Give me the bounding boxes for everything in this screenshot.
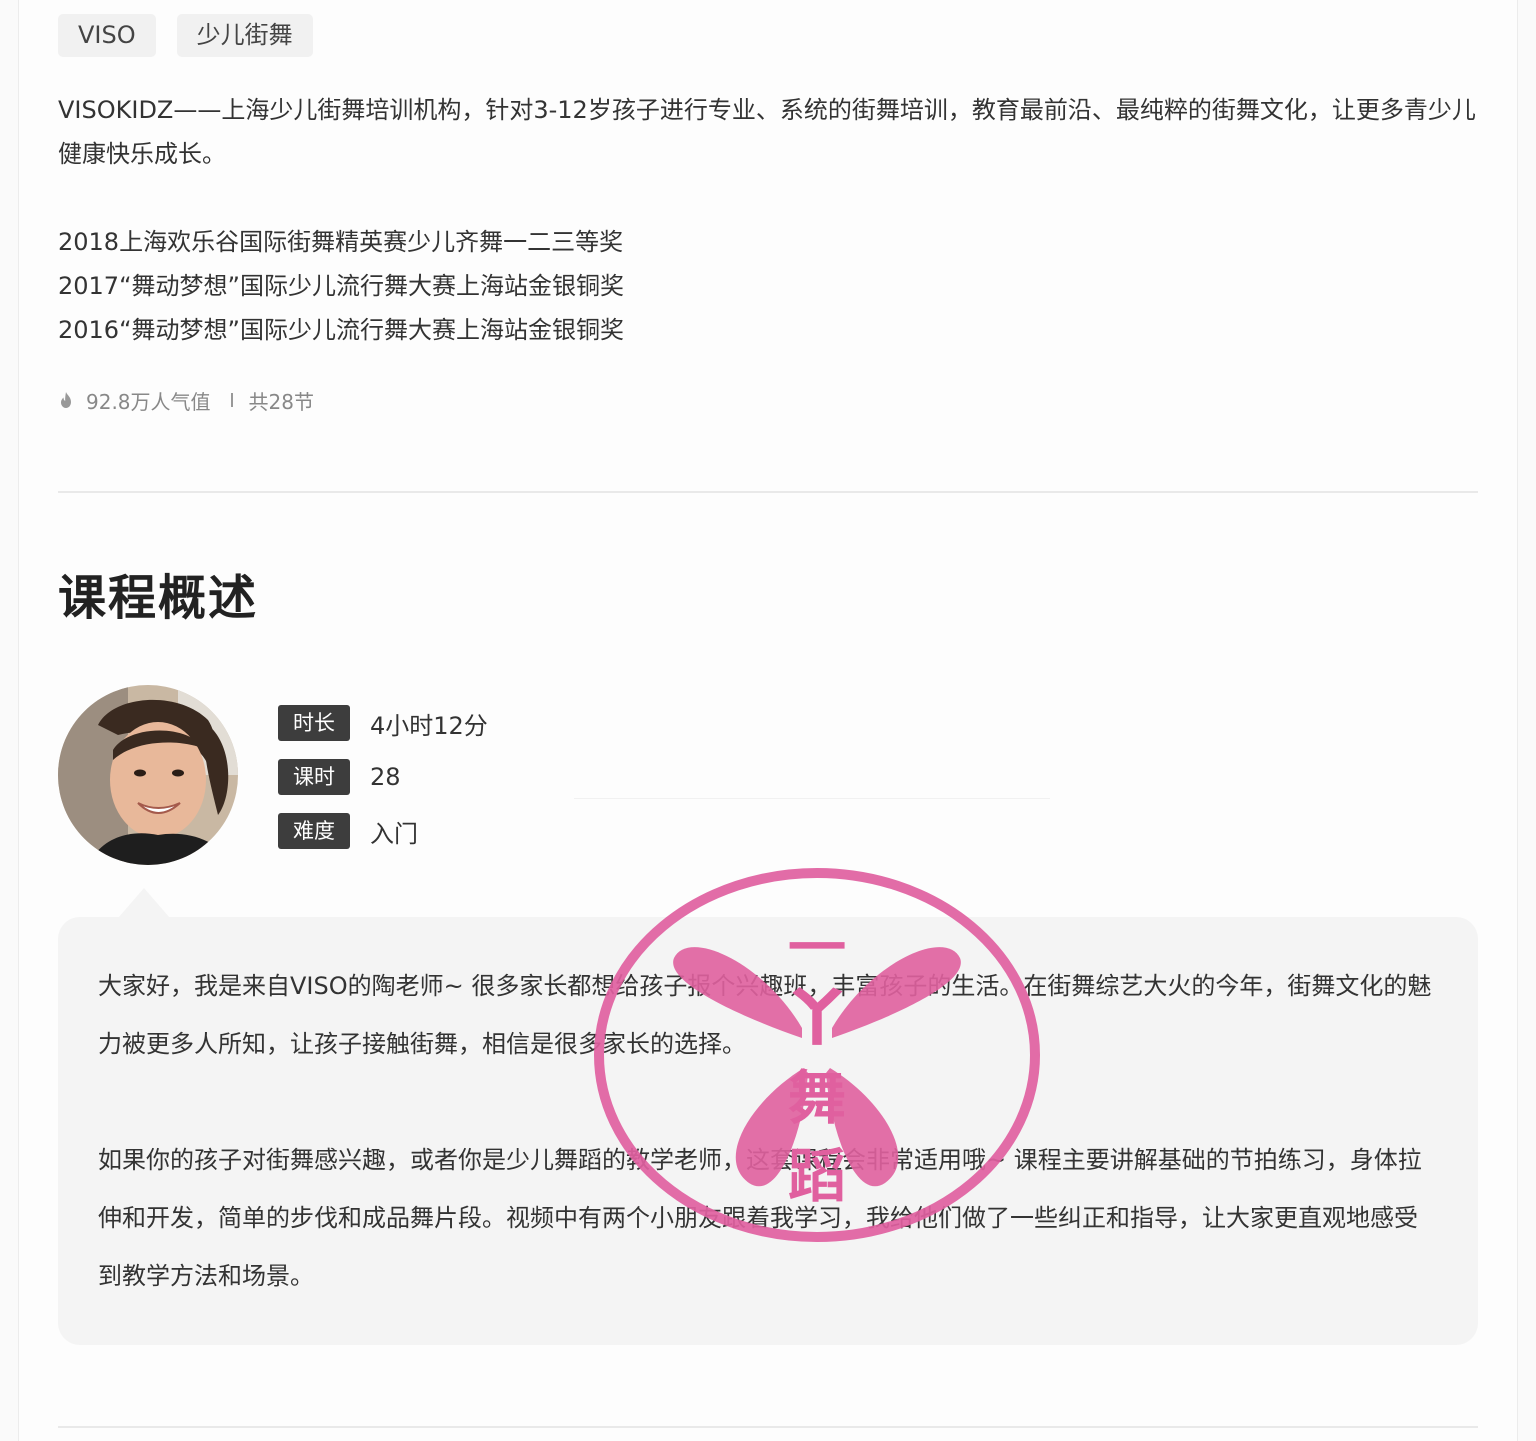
tag-viso[interactable]: VISO — [58, 14, 156, 57]
course-intro: VISOKIDZ——上海少儿街舞培训机构，针对3-12岁孩子进行专业、系统的街舞… — [58, 96, 1476, 168]
stats-separator — [230, 393, 233, 407]
section-divider — [58, 1426, 1478, 1428]
award-item: 2016“舞动梦想”国际少儿流行舞大赛上海站金银铜奖 — [58, 316, 624, 344]
meta-value: 入门 — [370, 819, 418, 848]
meta-difficulty: 难度 入门 — [278, 813, 418, 849]
tag-kids-street-dance[interactable]: 少儿街舞 — [176, 14, 313, 57]
meta-label: 难度 — [278, 813, 350, 849]
teacher-avatar[interactable] — [58, 685, 238, 865]
meta-value: 28 — [370, 763, 401, 791]
course-stats: 92.8万人气值 共28节 — [58, 383, 314, 417]
popularity-count: 92.8万人气值 — [86, 389, 211, 414]
description-paragraph: 大家好，我是来自VISO的陶老师~ 很多家长都想给孩子报个兴趣班，丰富孩子的生活… — [98, 972, 1432, 1058]
meta-label: 时长 — [278, 705, 350, 741]
meta-duration: 时长 4小时12分 — [278, 705, 488, 741]
award-item: 2018上海欢乐谷国际街舞精英赛少儿齐舞一二三等奖 — [58, 228, 624, 256]
lesson-count: 共28节 — [248, 389, 314, 414]
award-item: 2017“舞动梦想”国际少儿流行舞大赛上海站金银铜奖 — [58, 272, 624, 300]
description-paragraph: 如果你的孩子对街舞感兴趣，或者你是少儿舞蹈的教学老师，这套课程会非常适用哦~ 课… — [98, 1146, 1422, 1290]
bubble-pointer — [118, 888, 170, 918]
section-divider — [58, 491, 1478, 493]
page-edge-left — [0, 0, 19, 1441]
awards-list: 2018上海欢乐谷国际街舞精英赛少儿齐舞一二三等奖 2017“舞动梦想”国际少儿… — [58, 220, 624, 352]
fire-icon — [61, 392, 71, 408]
faint-divider — [574, 798, 1050, 799]
tag-list: VISO 少儿街舞 — [58, 14, 313, 57]
meta-value: 4小时12分 — [370, 711, 488, 740]
section-title: 课程概述 — [58, 570, 259, 626]
teacher-description-bubble: 大家好，我是来自VISO的陶老师~ 很多家长都想给孩子报个兴趣班，丰富孩子的生活… — [58, 917, 1478, 1345]
meta-lessons: 课时 28 — [278, 759, 401, 795]
page-edge-right — [1517, 0, 1536, 1441]
meta-label: 课时 — [278, 759, 350, 795]
